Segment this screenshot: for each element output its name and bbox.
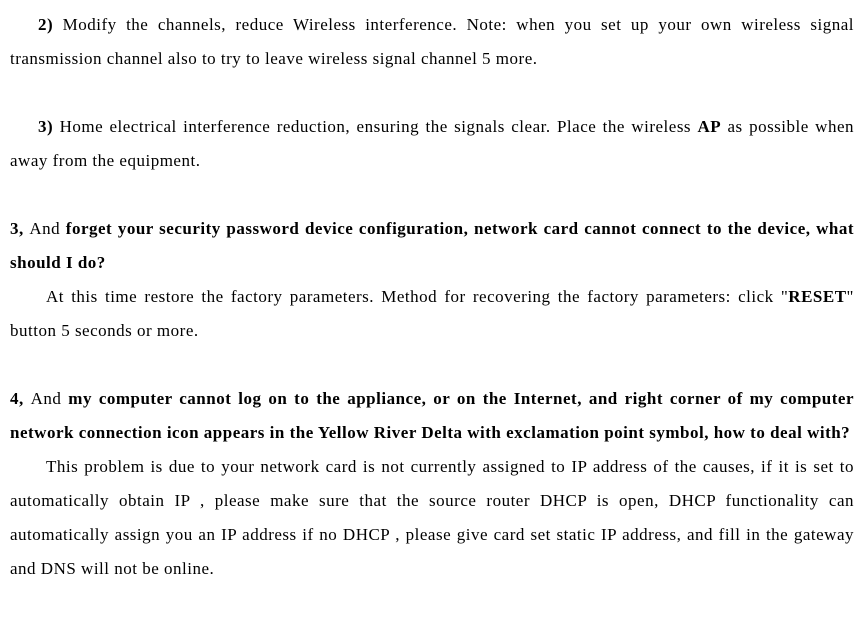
- section-number-4: 4,: [10, 389, 31, 408]
- reset-bold: RESET: [788, 287, 846, 306]
- section-4-question: my computer cannot log on to the applian…: [10, 389, 854, 442]
- section-3-body-a: At this time restore the factory paramet…: [46, 287, 788, 306]
- item-3-text-a: Home electrical interference reduction, …: [60, 117, 698, 136]
- section-4-body-text: This problem is due to your network card…: [10, 457, 854, 578]
- section-3-and: And: [29, 219, 65, 238]
- ap-bold: AP: [697, 117, 721, 136]
- section-3-heading: 3, And forget your security password dev…: [10, 212, 854, 280]
- spacer: [10, 76, 854, 110]
- item-number-2: 2): [38, 15, 63, 34]
- section-number-3: 3,: [10, 219, 29, 238]
- section-3-body: At this time restore the factory paramet…: [10, 280, 854, 348]
- section-4-and: And: [31, 389, 69, 408]
- section-4-body: This problem is due to your network card…: [10, 450, 854, 586]
- section-3-question: forget your security password device con…: [10, 219, 854, 272]
- paragraph-item-3: 3) Home electrical interference reductio…: [10, 110, 854, 178]
- section-4-heading: 4, And my computer cannot log on to the …: [10, 382, 854, 450]
- item-2-text: Modify the channels, reduce Wireless int…: [10, 15, 854, 68]
- paragraph-item-2: 2) Modify the channels, reduce Wireless …: [10, 8, 854, 76]
- spacer: [10, 348, 854, 382]
- item-number-3: 3): [38, 117, 60, 136]
- spacer: [10, 178, 854, 212]
